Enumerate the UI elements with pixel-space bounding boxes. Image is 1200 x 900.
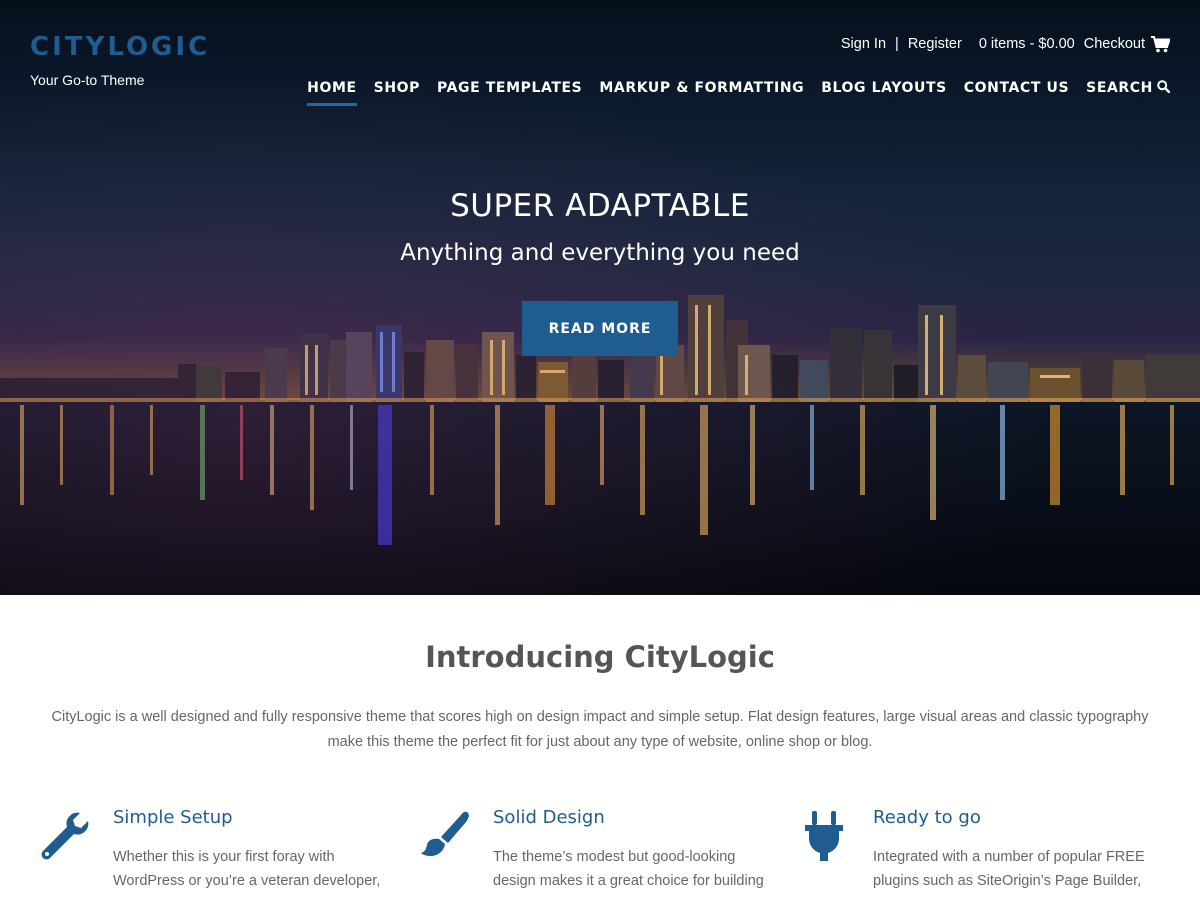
intro-text: CityLogic is a well designed and fully r… [51, 709, 1149, 750]
wrench-icon [40, 809, 92, 861]
shopping-cart-icon[interactable] [1151, 35, 1171, 53]
read-more-button[interactable]: READ MORE [522, 301, 678, 356]
feature-title: Ready to go [873, 807, 981, 828]
feature-ready-to-go: Ready to go Integrated with a number of … [800, 805, 1145, 900]
hero-banner: CITYLOGIC Your Go-to Theme Sign In | Reg… [0, 0, 1200, 595]
nav-search-label: SEARCH [1086, 80, 1153, 96]
feature-text: The theme’s modest but good-looking desi… [493, 849, 764, 889]
nav-item-page-templates[interactable]: PAGE TEMPLATES [437, 80, 582, 96]
nav-item-shop[interactable]: SHOP [374, 80, 420, 96]
intro-title: Introducing CityLogic [425, 640, 775, 674]
checkout-link[interactable]: Checkout [1084, 36, 1145, 52]
nav-item-search[interactable]: SEARCH [1086, 80, 1171, 96]
feature-title: Simple Setup [113, 807, 233, 828]
hero-title: SUPER ADAPTABLE [450, 188, 750, 224]
feature-title: Solid Design [493, 807, 605, 828]
topbar-separator: | [895, 36, 899, 52]
main-nav: HOME SHOP PAGE TEMPLATES MARKUP & FORMAT… [307, 80, 1171, 106]
sign-in-link[interactable]: Sign In [841, 36, 886, 52]
paintbrush-icon [420, 809, 472, 861]
feature-text: Integrated with a number of popular FREE… [873, 849, 1145, 889]
feature-text: Whether this is your first foray with Wo… [113, 849, 381, 889]
feature-solid-design: Solid Design The theme’s modest but good… [420, 805, 764, 900]
search-icon [1157, 80, 1171, 94]
hero-subtitle: Anything and everything you need [400, 240, 800, 266]
top-bar: Sign In | Register 0 items - $0.00 Check… [841, 34, 1171, 54]
site-tagline: Your Go-to Theme [30, 72, 145, 88]
nav-item-blog-layouts[interactable]: BLOG LAYOUTS [821, 80, 947, 96]
nav-item-markup-formatting[interactable]: MARKUP & FORMATTING [599, 80, 804, 96]
plug-icon [800, 809, 852, 861]
site-logo-title[interactable]: CITYLOGIC [30, 32, 210, 62]
cart-summary-link[interactable]: 0 items - $0.00 [979, 36, 1075, 52]
feature-simple-setup: Simple Setup Whether this is your first … [40, 805, 380, 900]
register-link[interactable]: Register [908, 36, 962, 52]
nav-item-home[interactable]: HOME [307, 80, 357, 106]
nav-item-contact-us[interactable]: CONTACT US [964, 80, 1069, 96]
